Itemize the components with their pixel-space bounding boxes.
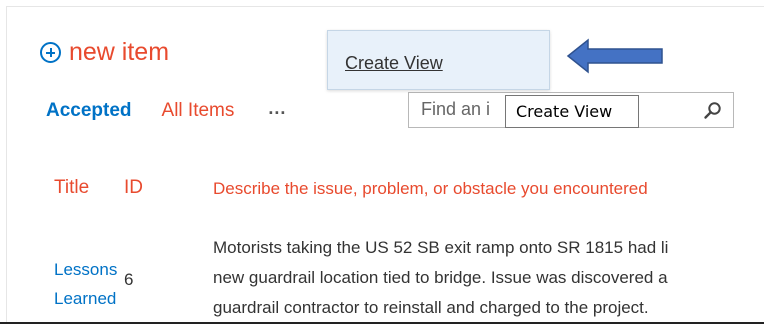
create-view-tooltip: Create View [505, 95, 639, 128]
views-dropdown-menu: Create View [327, 30, 550, 90]
view-tabs: Accepted All Items ... [46, 98, 286, 122]
row-description: Motorists taking the US 52 SB exit ramp … [213, 233, 764, 323]
search-icon[interactable] [703, 101, 723, 121]
column-header-title[interactable]: Title [54, 177, 89, 199]
description-line: guardrail contractor to reinstall and ch… [213, 298, 649, 317]
description-line: Motorists taking the US 52 SB exit ramp … [213, 238, 669, 257]
row-id: 6 [124, 270, 134, 289]
new-item-button[interactable]: new item [40, 36, 169, 68]
more-views-button[interactable]: ... [268, 98, 286, 119]
column-header-id[interactable]: ID [124, 177, 143, 199]
plus-circle-icon [40, 41, 61, 63]
column-header-description[interactable]: Describe the issue, problem, or obstacle… [213, 179, 648, 199]
left-arrow-icon [566, 38, 663, 74]
bottom-divider [0, 322, 764, 324]
tab-accepted[interactable]: Accepted [46, 100, 132, 122]
create-view-menu-item[interactable]: Create View [345, 53, 443, 74]
row-title-link[interactable]: Lessons Learned [54, 255, 124, 313]
search-placeholder: Find an i [421, 99, 491, 119]
new-item-label: new item [69, 37, 170, 66]
description-line: new guardrail location tied to bridge. I… [213, 268, 668, 287]
tab-all-items[interactable]: All Items [162, 100, 235, 122]
